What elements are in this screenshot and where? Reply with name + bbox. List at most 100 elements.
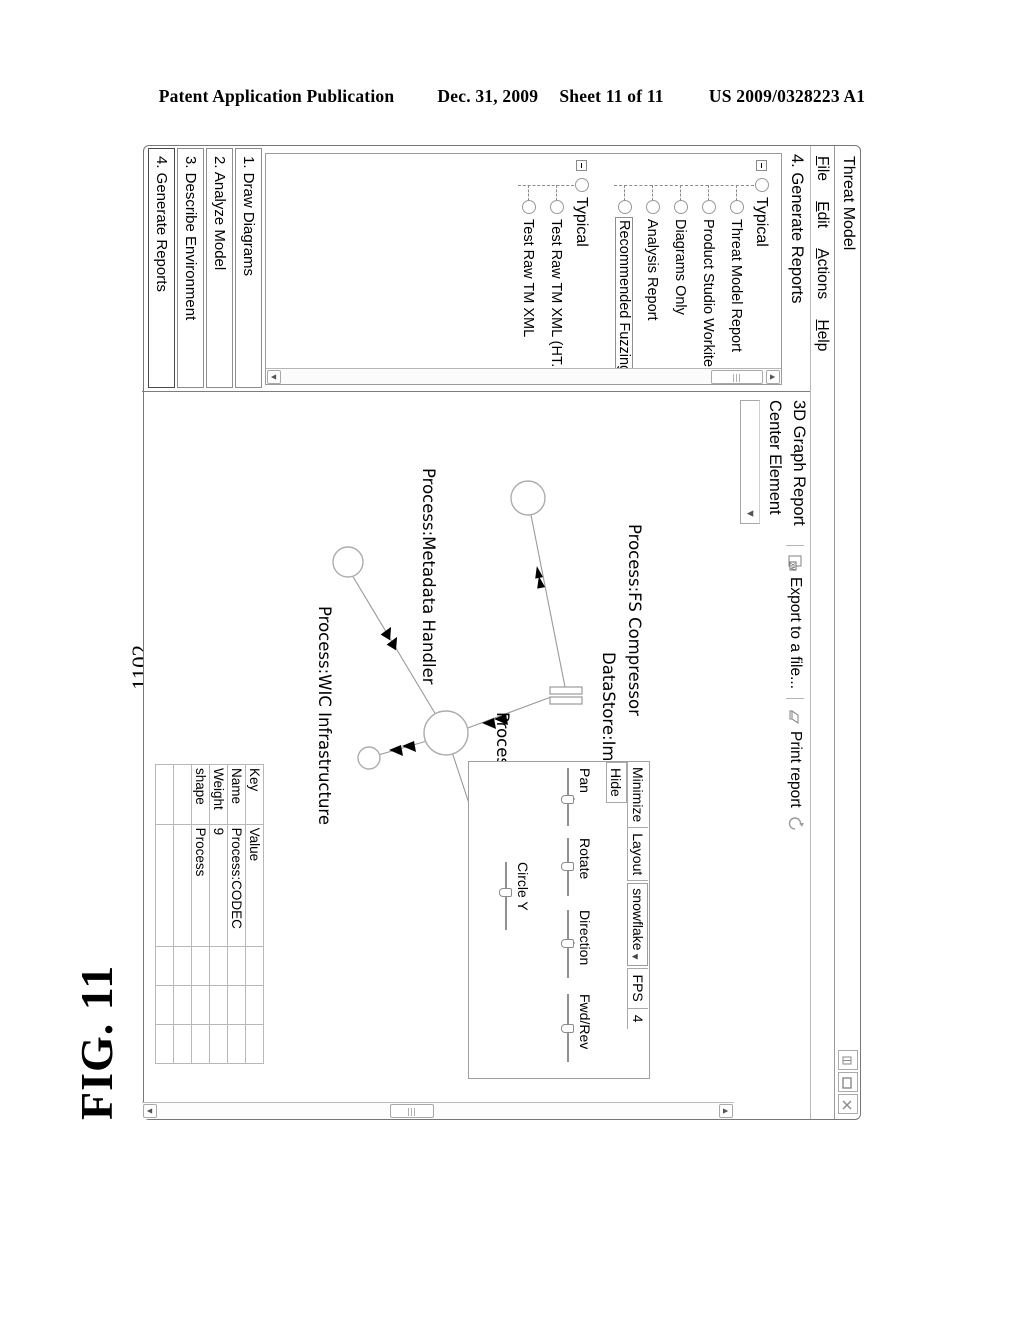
table-header-5 (245, 1024, 264, 1064)
tree-root-circle-1[interactable] (755, 178, 769, 192)
slider-direction-track[interactable] (561, 910, 575, 982)
row-empty1-c3 (173, 946, 192, 986)
row-name-c5 (227, 1024, 246, 1064)
slider-rotate-label: Rotate (577, 838, 593, 880)
slider-circle-y-track[interactable] (499, 862, 513, 934)
table-row[interactable]: Name Process:CODEC (227, 764, 246, 1064)
tree-item-circle-1-0[interactable] (730, 200, 744, 214)
slider-rotate-track[interactable] (561, 838, 575, 900)
tree-scroll-thumb[interactable] (711, 370, 763, 384)
step-describe-environment[interactable]: 3. Describe Environment (177, 148, 204, 388)
tree-scroll-down-arrow[interactable]: ▼ (267, 370, 281, 384)
row-weight-c5 (209, 1024, 228, 1064)
maximize-button[interactable] (838, 1072, 858, 1092)
row-shape-c3 (191, 946, 210, 986)
slider-fwd-rev-track[interactable] (561, 994, 575, 1066)
slider-pan[interactable]: Pan (561, 768, 593, 830)
graph-label-fs-compressor[interactable]: Process:FS Compressor (625, 524, 644, 716)
step-generate-reports[interactable]: 4. Generate Reports (148, 148, 175, 388)
slider-pan-track[interactable] (561, 768, 575, 830)
step-generate-reports-label: 4. Generate Reports (153, 156, 170, 292)
graph-scroll-up-arrow[interactable]: ▲ (719, 1104, 733, 1118)
export-file-icon: XM (788, 555, 802, 571)
tree-item-product-studio-workitems[interactable]: Product Studio Workitems (700, 219, 716, 385)
tree-root-label-2[interactable]: Typical (572, 197, 590, 247)
tree-item-circle-1-2[interactable] (674, 200, 688, 214)
toolbar-separator-2 (786, 698, 804, 699)
threat-model-window: Threat Model File Edit Actions Help 4. G… (142, 145, 861, 1120)
printer-icon (789, 709, 799, 725)
graph-label-metadata-handler[interactable]: Process:Metadata Handler (419, 468, 438, 685)
tree-item-test-raw-tm-xml[interactable]: Test Raw TM XML (520, 219, 536, 337)
tree-scroll-up-arrow[interactable]: ▲ (766, 370, 780, 384)
slider-circle-y[interactable]: Circle Y (499, 862, 531, 934)
graph-scroll-thumb[interactable] (390, 1104, 434, 1118)
menu-edit[interactable]: Edit (811, 201, 834, 228)
tree-item-analysis-report[interactable]: Analysis Report (644, 219, 660, 321)
print-report-label: Print report (787, 731, 804, 808)
menu-file[interactable]: File (811, 156, 834, 181)
tree-expander-2[interactable] (576, 160, 587, 171)
row-weight-c4 (209, 985, 228, 1025)
properties-table[interactable]: Key Value Name Process:CODEC Weight 9 sh… (155, 764, 264, 1064)
row-empty1-c5 (173, 1024, 192, 1064)
tree-item-diagrams-only[interactable]: Diagrams Only (672, 219, 688, 315)
tree-scrollbar[interactable]: ▲ ▼ (266, 368, 781, 384)
slider-pan-thumb[interactable] (561, 795, 574, 804)
step-analyze-model[interactable]: 2. Analyze Model (206, 148, 233, 388)
tree-root-label-1[interactable]: Typical (752, 197, 770, 247)
tree-item-circle-1-3[interactable] (646, 200, 660, 214)
table-row[interactable]: Weight 9 (209, 764, 228, 1064)
table-row[interactable] (173, 764, 192, 1064)
table-row[interactable] (155, 764, 174, 1064)
menu-actions-rest: ctions (814, 258, 831, 300)
table-row[interactable]: shape Process (191, 764, 210, 1064)
slider-rotate[interactable]: Rotate (561, 838, 593, 900)
tree-item-circle-1-1[interactable] (702, 200, 716, 214)
maximize-icon (842, 1077, 852, 1089)
minimize-panel-button[interactable]: Minimize (627, 762, 649, 829)
fps-value[interactable]: 4 (627, 1007, 649, 1029)
center-element-combo[interactable]: ▼ (740, 400, 760, 524)
slider-rotate-thumb[interactable] (561, 862, 574, 871)
graph-scrollbar[interactable]: ▲ ▼ (142, 1102, 734, 1119)
tree-item-circle-2-0[interactable] (550, 200, 564, 214)
reports-tree-panel[interactable]: Typical Threat Model Report Product Stud… (265, 153, 782, 385)
tree-root-circle-2[interactable] (575, 178, 589, 192)
slider-circle-y-thumb[interactable] (499, 888, 512, 897)
tree-item-circle-2-1[interactable] (522, 200, 536, 214)
menubar: File Edit Actions Help (810, 146, 834, 1119)
graph-canvas[interactable]: Process:FS Compressor Process:Metadata H… (142, 392, 734, 1101)
slider-fwd-rev[interactable]: Fwd/Rev (561, 994, 593, 1066)
slider-direction-thumb[interactable] (561, 939, 574, 948)
step-describe-environment-label: 3. Describe Environment (182, 156, 199, 321)
graph-label-wic-infrastructure[interactable]: Process:WIC Infrastructure (315, 606, 334, 825)
slider-direction[interactable]: Direction (561, 910, 593, 982)
menu-file-rest: ile (814, 165, 831, 181)
tree-expander-1[interactable] (756, 160, 767, 171)
graph-scroll-down-arrow[interactable]: ▼ (143, 1104, 157, 1118)
minimize-button[interactable] (838, 1050, 858, 1070)
layout-combo[interactable]: snowflake ▼ (627, 883, 649, 966)
figure-label: FIG. 11 (71, 964, 122, 1120)
tree-item-circle-1-4[interactable] (618, 200, 632, 214)
tree-item-threat-model-report[interactable]: Threat Model Report (728, 219, 744, 352)
hide-button[interactable]: Hide (606, 762, 627, 803)
patent-sheet-text: Sheet 11 of 11 (559, 86, 664, 106)
patent-date-text: Dec. 31, 2009 (437, 86, 539, 106)
menu-help[interactable]: Help (811, 319, 834, 351)
print-report-button[interactable]: Print report (786, 708, 804, 808)
step-draw-diagrams[interactable]: 1. Draw Diagrams (235, 148, 262, 388)
menu-help-rest: elp (814, 330, 831, 352)
tree-branch-1-4 (624, 185, 625, 201)
export-to-file-button[interactable]: XM Export to a file... (786, 555, 804, 689)
table-header-row: Key Value (245, 764, 264, 1064)
tree-item-recommended-fuzzing[interactable]: Recommended Fuzzing (615, 217, 633, 377)
layout-label: Layout (627, 828, 649, 882)
slider-fwd-rev-thumb[interactable] (561, 1024, 574, 1033)
menu-actions[interactable]: Actions (811, 248, 834, 299)
refresh-button[interactable] (785, 814, 805, 834)
close-button[interactable] (838, 1094, 858, 1114)
window-body: 4. Generate Reports Typical Threat Model… (142, 146, 810, 1119)
tree-item-test-raw-tm-xml-ht[interactable]: Test Raw TM XML (HT... (548, 219, 564, 375)
